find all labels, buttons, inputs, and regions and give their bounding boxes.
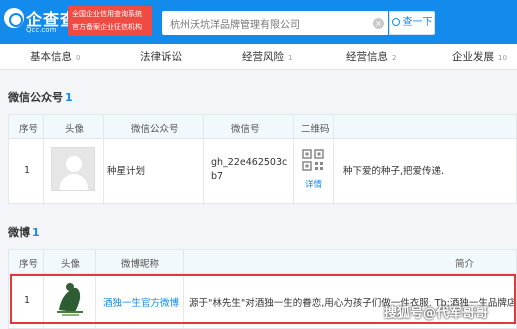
search-input[interactable] (162, 11, 388, 35)
wechat-id-line-2: b7 (211, 171, 224, 182)
col-avatar: 头像 (65, 124, 85, 135)
col-index: 序号 (19, 124, 39, 135)
qrcode-icon[interactable] (302, 149, 324, 171)
tab-count: 1 (288, 54, 293, 62)
account-name: 种星计划 (107, 166, 146, 177)
tab-label: 基本信息 (30, 51, 72, 63)
wechat-table-header: 序号 头像 微信公众号 微信号 二维码 (9, 115, 516, 139)
divider (333, 115, 334, 205)
wechat-count: 1 (65, 91, 73, 104)
col-index: 序号 (19, 259, 39, 270)
weibo-count: 1 (32, 226, 40, 239)
divider (203, 115, 204, 205)
weibo-title: 微博 (8, 226, 30, 239)
divider (43, 115, 44, 205)
col-avatar: 头像 (61, 259, 81, 270)
tab-basic-info[interactable]: 基本信息 0 (30, 49, 80, 64)
badge-line-1: 全国企业信用查询系统 (72, 10, 142, 18)
divider (103, 115, 104, 205)
weibo-table-header: 序号 头像 微博昵称 简介 (9, 250, 516, 274)
col-qrcode: 二维码 (301, 124, 330, 135)
qcc-logo[interactable]: 企查查 Qcc.com (2, 4, 76, 38)
top-header: 企查查 Qcc.com 全国企业信用查询系统 官方备案企业征信机构 × 查一下 (0, 0, 517, 44)
qrcode-detail-link[interactable]: 详情 (305, 178, 322, 190)
credit-badge: 全国企业信用查询系统 官方备案企业征信机构 (68, 6, 152, 36)
section-tabs: 基本信息 0 法律诉讼 经营风险 1 经营信息 2 企业发展 10 (0, 44, 517, 70)
tab-label: 企业发展 (452, 51, 494, 63)
tab-label: 经营信息 (346, 51, 388, 63)
search-button[interactable]: 查一下 (389, 11, 435, 35)
tab-risk[interactable]: 经营风险 1 (242, 49, 292, 64)
search-button-label: 查一下 (402, 17, 433, 28)
row-index: 1 (24, 165, 31, 176)
tab-label: 法律诉讼 (140, 51, 182, 63)
wechat-id-line-1: gh_22e462503c (211, 157, 288, 168)
clear-icon[interactable]: × (373, 18, 384, 29)
default-avatar (51, 147, 95, 191)
col-intro: 简介 (455, 259, 475, 270)
watermark: 搜狐号@代军哥哥 (384, 306, 489, 321)
wechat-section-title: 微信公众号 1 (8, 89, 73, 105)
tab-count: 2 (392, 54, 397, 62)
weibo-section-title: 微博 1 (8, 224, 40, 240)
account-description: 种下爱的种子,把爱传递. (343, 166, 445, 177)
wechat-title: 微信公众号 (8, 91, 63, 104)
badge-line-2: 官方备案企业征信机构 (72, 23, 142, 31)
tab-operations[interactable]: 经营信息 2 (346, 49, 396, 64)
logo-subtext: Qcc.com (26, 26, 57, 34)
tab-count: 0 (76, 54, 81, 62)
col-account: 微信公众号 (131, 124, 179, 135)
wechat-table: 序号 头像 微信公众号 微信号 二维码 1 种星计划 gh_22e462503c… (8, 114, 517, 205)
col-wechat-id: 微信号 (231, 124, 260, 135)
tab-label: 经营风险 (242, 51, 284, 63)
search-icon (391, 18, 400, 26)
divider (293, 115, 294, 205)
logo-icon (4, 8, 24, 28)
tab-legal[interactable]: 法律诉讼 (140, 49, 186, 64)
col-weibo-name: 微博昵称 (121, 259, 160, 270)
tab-development[interactable]: 企业发展 10 (452, 49, 507, 64)
tab-count: 10 (498, 54, 507, 62)
